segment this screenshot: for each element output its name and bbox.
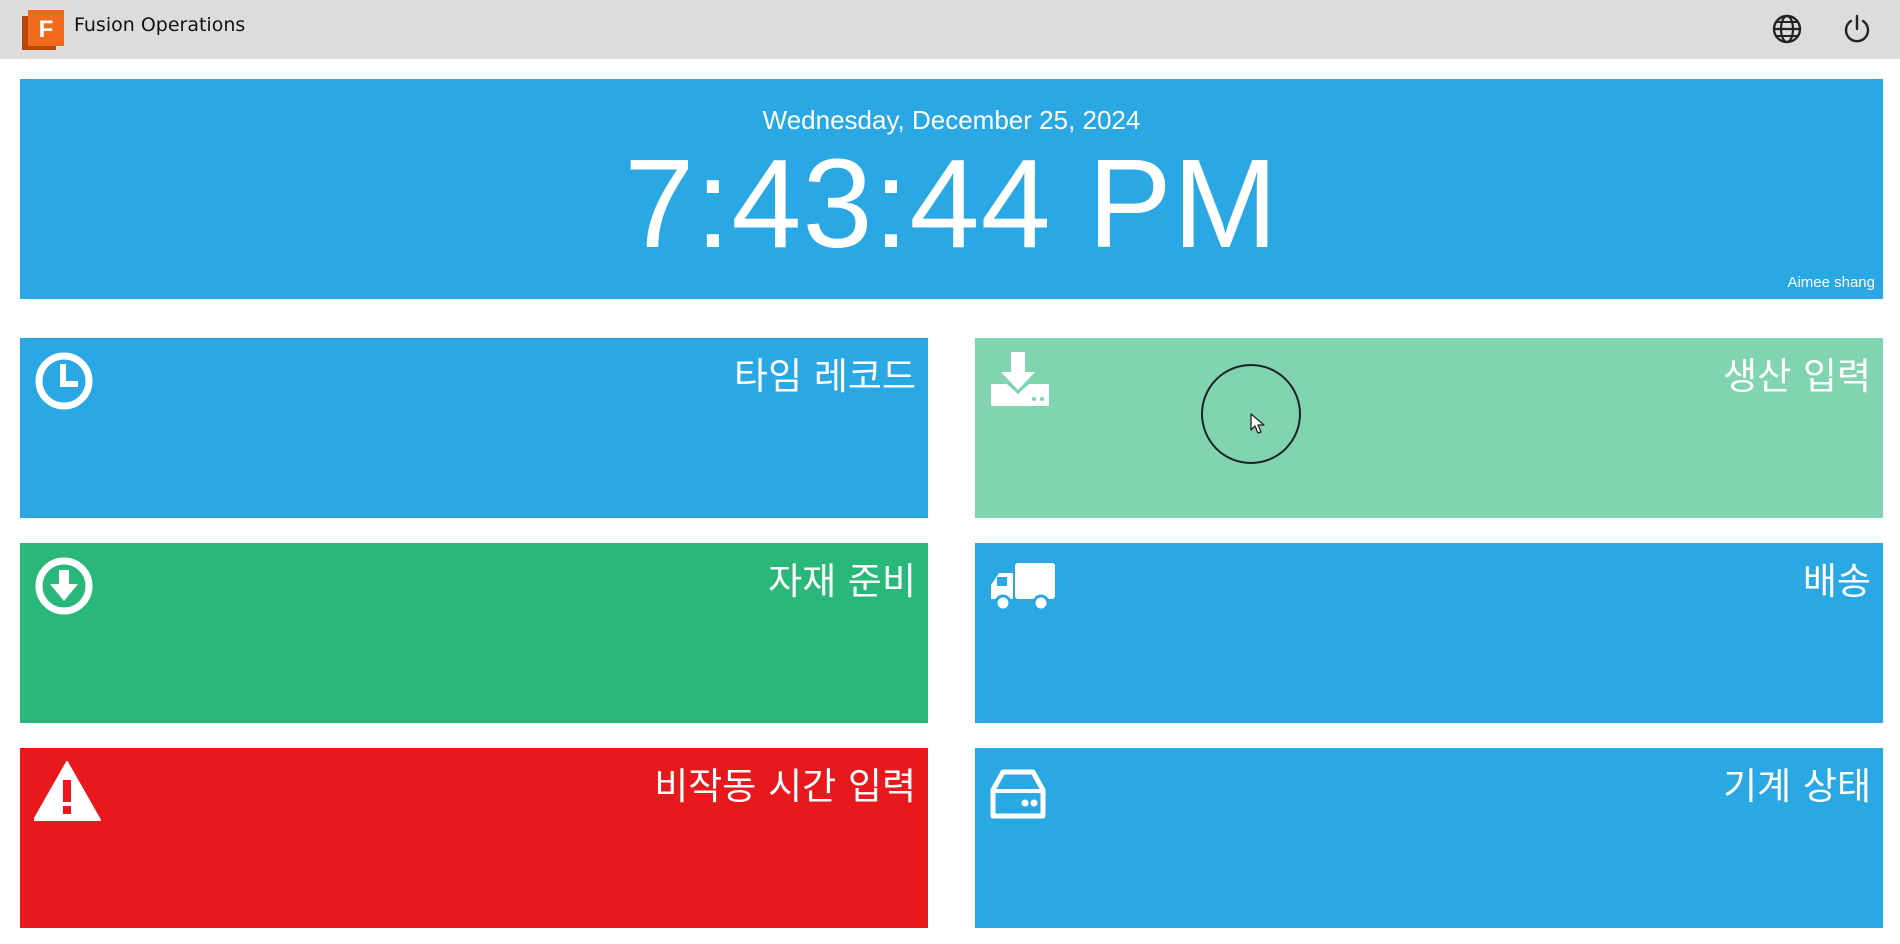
user-name: Aimee shang [1787,274,1875,291]
tile-label: 배송 [1802,560,1871,603]
top-bar: F Fusion Operations [0,0,1900,59]
logo-letter: F [39,16,54,43]
tile-production-input[interactable]: 생산 입력 [975,338,1883,518]
warning-icon [34,761,101,821]
clock-panel: Wednesday, December 25, 2024 7:43:44 PM … [20,79,1883,299]
clock-icon [35,352,93,410]
truck-icon [991,563,1055,612]
hard-drive-icon [990,769,1046,819]
tile-machine-status[interactable]: 기계 상태 [975,748,1883,928]
tile-label: 생산 입력 [1723,355,1871,398]
tile-label: 비작동 시간 입력 [654,765,916,808]
app-title: Fusion Operations [74,14,246,36]
fusion-logo-icon: F [22,10,64,50]
tile-time-record[interactable]: 타임 레코드 [20,338,928,518]
arrow-down-circle-icon [35,557,93,615]
tile-label: 타임 레코드 [734,355,916,398]
power-icon[interactable] [1840,12,1874,46]
download-tray-icon [991,352,1049,406]
tile-label: 자재 준비 [768,560,916,603]
globe-icon[interactable] [1770,12,1804,46]
tile-material-prep[interactable]: 자재 준비 [20,543,928,723]
tile-downtime-input[interactable]: 비작동 시간 입력 [20,748,928,928]
tile-label: 기계 상태 [1723,765,1871,808]
clock-time: 7:43:44 PM [624,133,1279,274]
tile-shipping[interactable]: 배송 [975,543,1883,723]
